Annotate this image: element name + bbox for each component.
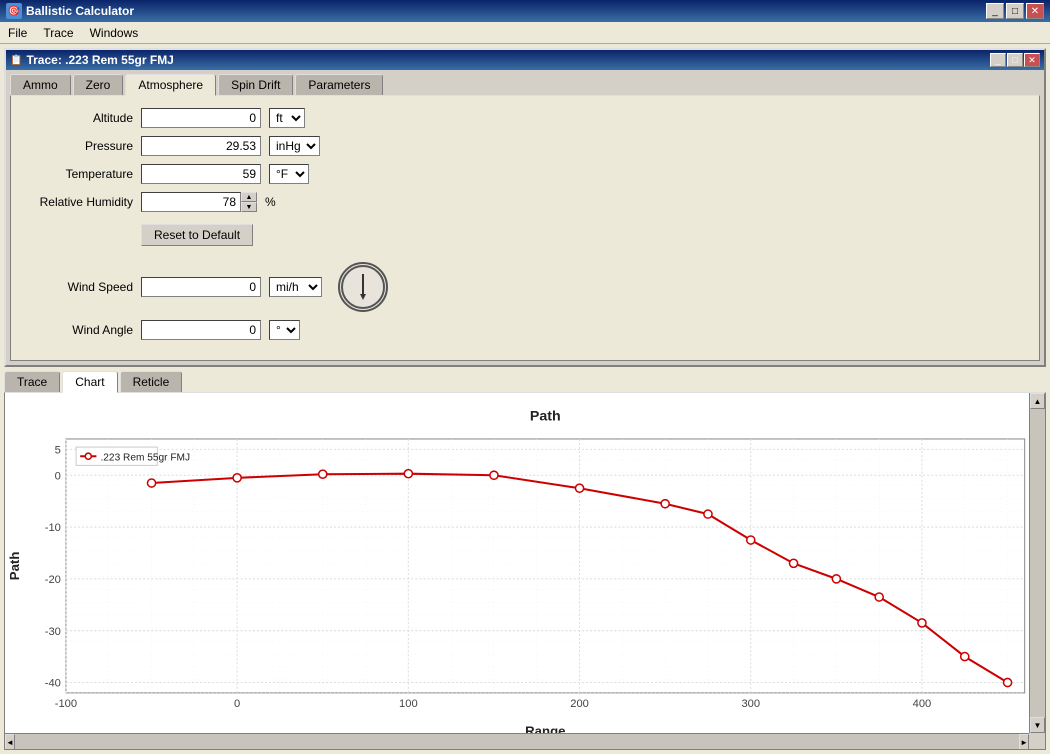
altitude-input[interactable]	[141, 108, 261, 128]
trace-minimize-button[interactable]: _	[990, 53, 1006, 67]
humidity-spinner-buttons: ▲ ▼	[241, 192, 257, 212]
app-window-controls: _ □ ✕	[986, 3, 1044, 19]
trace-title-bar: 📋 Trace: .223 Rem 55gr FMJ _ □ ✕	[6, 50, 1044, 70]
altitude-row: Altitude ft m	[23, 108, 1027, 128]
atmosphere-tab-content: Altitude ft m Pressure inHg hPa Temperat…	[10, 95, 1040, 361]
scroll-track-v[interactable]	[1030, 409, 1045, 717]
scroll-corner	[1029, 733, 1045, 749]
svg-text:-10: -10	[45, 522, 61, 534]
humidity-up-button[interactable]: ▲	[241, 192, 257, 202]
wind-speed-label: Wind Speed	[23, 280, 133, 294]
trace-close-button[interactable]: ✕	[1024, 53, 1040, 67]
humidity-spinner: ▲ ▼	[141, 192, 257, 212]
wind-angle-label: Wind Angle	[23, 323, 133, 337]
wind-angle-unit-select[interactable]: °	[269, 320, 300, 340]
wind-angle-dial[interactable]	[338, 262, 388, 312]
menu-bar: File Trace Windows	[0, 22, 1050, 44]
tab-spin-drift[interactable]: Spin Drift	[218, 74, 293, 95]
bottom-tab-reticle[interactable]: Reticle	[120, 371, 183, 392]
tab-ammo[interactable]: Ammo	[10, 74, 71, 95]
pressure-label: Pressure	[23, 139, 133, 153]
pressure-row: Pressure inHg hPa	[23, 136, 1027, 156]
humidity-input[interactable]	[141, 192, 241, 212]
humidity-unit: %	[265, 195, 276, 209]
pressure-unit-select[interactable]: inHg hPa	[269, 136, 320, 156]
app-minimize-button[interactable]: _	[986, 3, 1004, 19]
tab-parameters[interactable]: Parameters	[295, 74, 383, 95]
app-title: Ballistic Calculator	[26, 4, 134, 18]
svg-text:-30: -30	[45, 626, 61, 638]
scroll-up-button[interactable]: ▲	[1030, 393, 1045, 409]
trace-tabs: Ammo Zero Atmosphere Spin Drift Paramete…	[6, 70, 1044, 95]
trace-icon: 📋	[10, 55, 22, 66]
scroll-left-button[interactable]: ◄	[5, 734, 15, 750]
wind-speed-input[interactable]	[141, 277, 261, 297]
temperature-unit-select[interactable]: °F °C	[269, 164, 309, 184]
tab-zero[interactable]: Zero	[73, 74, 124, 95]
svg-text:0: 0	[55, 470, 61, 482]
reset-default-button[interactable]: Reset to Default	[141, 224, 253, 246]
wind-speed-unit-select[interactable]: mi/h km/h m/s	[269, 277, 322, 297]
bottom-tabs: Trace Chart Reticle	[4, 371, 1046, 392]
wind-speed-row: Wind Speed mi/h km/h m/s	[23, 262, 1027, 312]
scroll-down-button[interactable]: ▼	[1030, 717, 1045, 733]
svg-text:200: 200	[570, 698, 589, 710]
svg-text:100: 100	[399, 698, 418, 710]
trace-title: Trace: .223 Rem 55gr FMJ	[26, 53, 173, 67]
trace-window: 📋 Trace: .223 Rem 55gr FMJ _ □ ✕ Ammo Ze…	[4, 48, 1046, 367]
svg-text:Path: Path	[530, 409, 561, 425]
main-content: 📋 Trace: .223 Rem 55gr FMJ _ □ ✕ Ammo Ze…	[0, 44, 1050, 754]
app-icon: 🎯	[6, 3, 22, 19]
horizontal-scrollbar[interactable]: ◄ ►	[5, 733, 1029, 749]
temperature-input[interactable]	[141, 164, 261, 184]
menu-file[interactable]: File	[0, 24, 35, 42]
svg-text:-20: -20	[45, 574, 61, 586]
chart-container: Path -100010020030040050-10-20-30-40Rang…	[4, 392, 1046, 750]
svg-text:.223 Rem 55gr FMJ: .223 Rem 55gr FMJ	[100, 452, 190, 463]
wind-section: Wind Speed mi/h km/h m/s	[23, 262, 1027, 340]
altitude-label: Altitude	[23, 111, 133, 125]
wind-angle-row: Wind Angle °	[23, 320, 1027, 340]
bottom-section: Trace Chart Reticle Path -10001002003004…	[4, 371, 1046, 750]
humidity-label: Relative Humidity	[23, 195, 133, 209]
vertical-scrollbar[interactable]: ▲ ▼	[1029, 393, 1045, 733]
svg-text:-100: -100	[55, 698, 77, 710]
svg-text:5: 5	[55, 444, 61, 456]
bottom-tab-trace[interactable]: Trace	[4, 371, 60, 392]
temperature-label: Temperature	[23, 167, 133, 181]
temperature-row: Temperature °F °C	[23, 164, 1027, 184]
app-title-bar: 🎯 Ballistic Calculator _ □ ✕	[0, 0, 1050, 22]
svg-text:400: 400	[913, 698, 932, 710]
tab-atmosphere[interactable]: Atmosphere	[125, 74, 216, 96]
altitude-unit-select[interactable]: ft m	[269, 108, 305, 128]
trace-maximize-button[interactable]: □	[1007, 53, 1023, 67]
pressure-input[interactable]	[141, 136, 261, 156]
bottom-tab-chart[interactable]: Chart	[62, 371, 117, 393]
reset-row: Reset to Default	[23, 220, 1027, 246]
humidity-row: Relative Humidity ▲ ▼ %	[23, 192, 1027, 212]
scroll-track-h[interactable]	[15, 734, 1019, 749]
svg-text:Path: Path	[7, 552, 22, 581]
app-maximize-button[interactable]: □	[1006, 3, 1024, 19]
menu-windows[interactable]: Windows	[82, 24, 147, 42]
app-close-button[interactable]: ✕	[1026, 3, 1044, 19]
menu-trace[interactable]: Trace	[35, 24, 81, 42]
wind-angle-input[interactable]	[141, 320, 261, 340]
scroll-right-button[interactable]: ►	[1019, 734, 1029, 750]
svg-text:0: 0	[234, 698, 240, 710]
svg-text:-40: -40	[45, 678, 61, 690]
path-chart: Path -100010020030040050-10-20-30-40Rang…	[5, 393, 1045, 749]
humidity-down-button[interactable]: ▼	[241, 202, 257, 212]
svg-text:300: 300	[741, 698, 760, 710]
